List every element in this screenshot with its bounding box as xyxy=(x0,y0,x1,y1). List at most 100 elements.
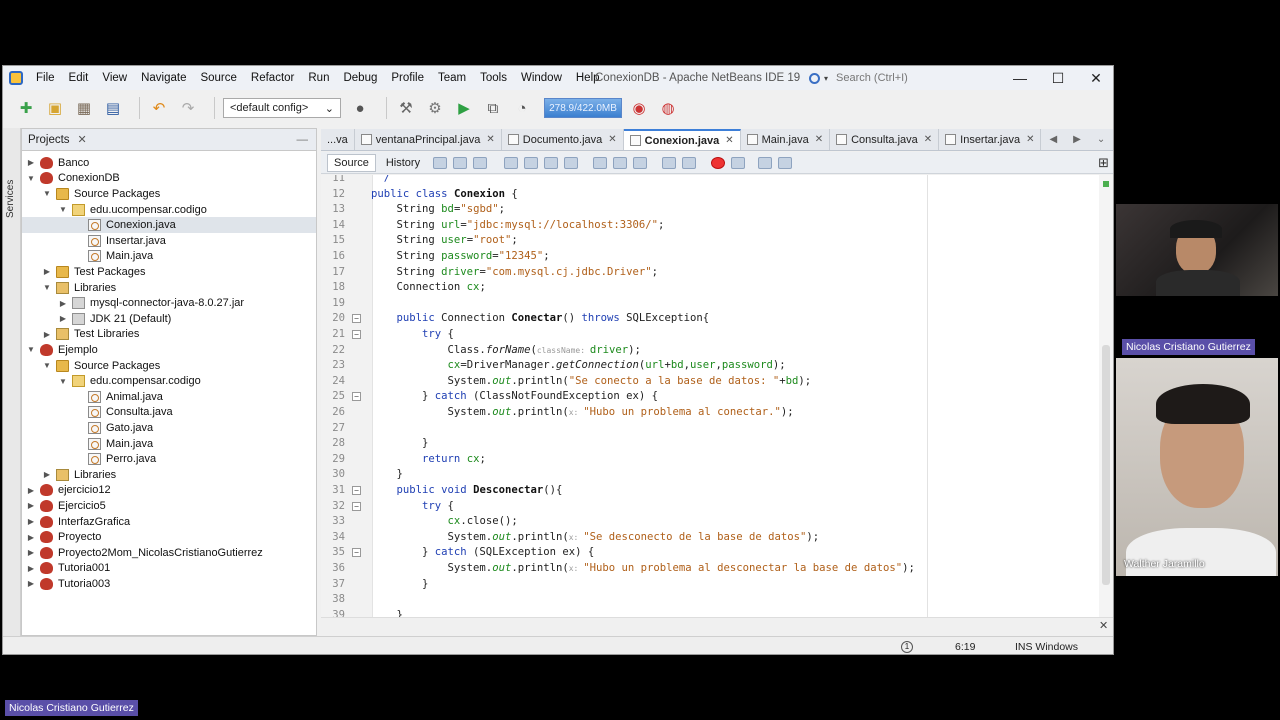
fold-toggle-icon[interactable]: − xyxy=(352,314,361,324)
expanded-arrow-icon[interactable]: ▼ xyxy=(58,377,68,386)
last-edit-icon[interactable] xyxy=(473,156,488,169)
collapsed-arrow-icon[interactable]: ▶ xyxy=(26,579,36,588)
tree-item[interactable]: Animal.java xyxy=(22,389,316,405)
find-next-icon[interactable] xyxy=(544,156,559,169)
editor-tab[interactable]: Conexion.java ✕ xyxy=(623,129,741,150)
tree-item[interactable]: Main.java xyxy=(22,249,316,265)
projects-tab[interactable]: Projects ✕ — xyxy=(22,129,316,151)
fold-toggle-icon[interactable]: − xyxy=(352,392,361,402)
editor-tab[interactable]: Insertar.java ✕ xyxy=(939,129,1042,150)
redo-button[interactable]: ↷ xyxy=(177,97,199,119)
menu-item-window[interactable]: Window xyxy=(514,66,569,90)
toggle-highlight-icon[interactable] xyxy=(564,156,579,169)
close-tab-icon[interactable]: ✕ xyxy=(608,134,616,145)
config-globe-button[interactable]: ● xyxy=(349,97,371,119)
new-project-button[interactable]: ▣ xyxy=(44,97,66,119)
tree-item[interactable]: ▶ Tutoria003 xyxy=(22,576,316,592)
fold-toggle-icon[interactable]: − xyxy=(352,330,361,339)
tree-item[interactable]: ▼ Ejemplo xyxy=(22,342,316,358)
source-mode-button[interactable]: Source xyxy=(327,153,376,172)
debug-button[interactable]: ⧉ xyxy=(482,97,504,119)
tree-item[interactable]: ▶ InterfazGrafica xyxy=(22,514,316,530)
tree-item[interactable]: ▶ Test Libraries xyxy=(22,327,316,343)
tree-item[interactable]: ▶ Proyecto2Mom_NicolasCristianoGutierrez xyxy=(22,545,316,561)
tree-item[interactable]: Gato.java xyxy=(22,420,316,436)
find-previous-icon[interactable] xyxy=(524,156,539,169)
close-tab-icon[interactable]: ✕ xyxy=(815,134,823,145)
next-bookmark-icon[interactable] xyxy=(613,156,628,169)
editor-horizontal-scrollbar[interactable]: ✕ xyxy=(321,617,1113,633)
close-tab-icon[interactable]: ✕ xyxy=(486,134,494,145)
close-tab-icon[interactable]: ✕ xyxy=(1026,134,1034,145)
toggle-bookmark-icon[interactable] xyxy=(633,156,648,169)
new-file-button[interactable]: ✚ xyxy=(15,97,37,119)
tree-item[interactable]: ▼ ConexionDB xyxy=(22,171,316,187)
menu-item-navigate[interactable]: Navigate xyxy=(134,66,193,90)
run-button[interactable]: ▶ xyxy=(453,97,475,119)
prev-bookmark-icon[interactable] xyxy=(593,156,608,169)
scrollbar-thumb[interactable] xyxy=(1102,345,1110,585)
comment-icon[interactable] xyxy=(758,156,773,169)
tree-item[interactable]: ▶ Proyecto xyxy=(22,529,316,545)
fold-toggle-icon[interactable]: − xyxy=(352,501,361,511)
collapsed-arrow-icon[interactable]: ▶ xyxy=(42,330,52,339)
menu-item-source[interactable]: Source xyxy=(193,66,243,90)
tree-item[interactable]: ▼ edu.ucompensar.codigo xyxy=(22,202,316,218)
collapsed-arrow-icon[interactable]: ▶ xyxy=(26,533,36,542)
collapsed-arrow-icon[interactable]: ▶ xyxy=(26,158,36,167)
tree-item[interactable]: ▼ Libraries xyxy=(22,280,316,296)
fold-toggle-icon[interactable]: − xyxy=(352,486,361,495)
code-editor[interactable]: 11 /12 public class Conexion {13 String b… xyxy=(321,175,1099,617)
history-mode-button[interactable]: History xyxy=(380,155,426,171)
open-project-button[interactable]: ▦ xyxy=(73,97,95,119)
editor-tab[interactable]: Documento.java ✕ xyxy=(502,129,624,150)
menu-item-refactor[interactable]: Refactor xyxy=(244,66,301,90)
expanded-arrow-icon[interactable]: ▼ xyxy=(26,174,36,183)
start-macro-icon[interactable] xyxy=(711,156,726,169)
uncomment-icon[interactable] xyxy=(778,156,793,169)
shift-right-icon[interactable] xyxy=(682,156,697,169)
expanded-arrow-icon[interactable]: ▼ xyxy=(58,205,68,214)
tree-item[interactable]: Conexion.java xyxy=(22,217,316,233)
menu-item-profile[interactable]: Profile xyxy=(384,66,431,90)
gc-button[interactable]: ◉ xyxy=(628,97,650,119)
collapsed-arrow-icon[interactable]: ▶ xyxy=(26,548,36,557)
tree-item[interactable]: ▶ ejercicio12 xyxy=(22,483,316,499)
services-tab[interactable]: Services xyxy=(5,180,16,218)
tree-item[interactable]: Insertar.java xyxy=(22,233,316,249)
menu-item-team[interactable]: Team xyxy=(431,66,473,90)
search-input[interactable]: ▾ Search (Ctrl+I) xyxy=(809,69,999,87)
tree-item[interactable]: ▶ mysql-connector-java-8.0.27.jar xyxy=(22,295,316,311)
close-icon[interactable]: ✕ xyxy=(1099,619,1108,632)
tree-item[interactable]: Consulta.java xyxy=(22,405,316,421)
shift-left-icon[interactable] xyxy=(662,156,677,169)
build-button[interactable]: ⚒ xyxy=(395,97,417,119)
editor-tab[interactable]: Main.java ✕ xyxy=(741,129,831,150)
profile-button[interactable]: ◔ xyxy=(511,97,533,119)
tree-item[interactable]: Main.java xyxy=(22,436,316,452)
tree-item[interactable]: ▼ edu.compensar.codigo xyxy=(22,373,316,389)
fold-toggle-icon[interactable]: − xyxy=(352,548,361,558)
tree-item[interactable]: ▶ Ejercicio5 xyxy=(22,498,316,514)
tree-item[interactable]: ▼ Source Packages xyxy=(22,358,316,374)
expanded-arrow-icon[interactable]: ▼ xyxy=(26,345,36,354)
tab-list-dropdown-icon[interactable]: ⌄ xyxy=(1089,134,1113,145)
collapsed-arrow-icon[interactable]: ▶ xyxy=(42,267,52,276)
editor-tab[interactable]: ...va xyxy=(321,129,355,150)
tree-item[interactable]: ▶ Libraries xyxy=(22,467,316,483)
tree-item[interactable]: ▼ Source Packages xyxy=(22,186,316,202)
expanded-arrow-icon[interactable]: ▼ xyxy=(42,283,52,292)
menu-item-tools[interactable]: Tools xyxy=(473,66,514,90)
expanded-arrow-icon[interactable]: ▼ xyxy=(42,361,52,370)
editor-tab[interactable]: Consulta.java ✕ xyxy=(830,129,940,150)
save-all-button[interactable]: ▤ xyxy=(102,97,124,119)
scroll-tabs-left-icon[interactable]: ◀ xyxy=(1041,134,1065,145)
notifications-icon[interactable]: 1 xyxy=(901,641,913,653)
collapsed-arrow-icon[interactable]: ▶ xyxy=(26,486,36,495)
tree-item[interactable]: ▶ Banco xyxy=(22,155,316,171)
collapsed-arrow-icon[interactable]: ▶ xyxy=(26,501,36,510)
editor-tab[interactable]: ventanaPrincipal.java ✕ xyxy=(355,129,502,150)
collapsed-arrow-icon[interactable]: ▶ xyxy=(26,564,36,573)
tree-item[interactable]: ▶ Test Packages xyxy=(22,264,316,280)
close-tab-icon[interactable]: ✕ xyxy=(924,134,932,145)
